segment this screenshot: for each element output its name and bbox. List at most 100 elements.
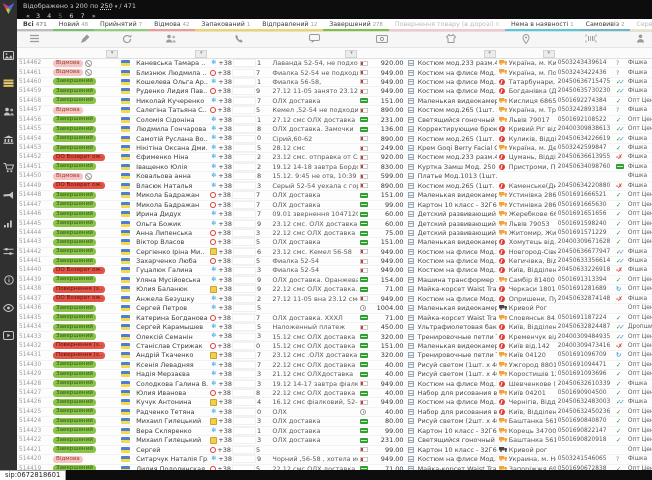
order-row[interactable]: 514444ЗавершенийАнна Липенська+38322.12 … [17,229,652,238]
tab-Самовивіз[interactable]: Самовивіз2 [580,19,631,31]
order-row[interactable]: 514436ЗавершенийСергей Петров✻+3851004.0… [17,304,652,313]
announce-icon[interactable] [1,190,16,201]
order-row[interactable]: 514456ЗавершенийСоломія Сідоніна✻+38127.… [17,115,652,124]
order-row[interactable]: 514440DO Возврат ож.Гуцалюк Галина✻+383Ф… [17,266,652,275]
chevron-down-icon[interactable]: ▾ [115,4,118,10]
filter-cell [614,48,626,59]
tune-icon[interactable] [1,246,16,257]
flag-cell [119,351,134,360]
gallery-icon[interactable] [1,50,16,61]
order-row[interactable]: 514458ЗавершенийНиколай Кучеренко✻+387ОЛ… [17,96,652,105]
tab-Запакований[interactable]: Запакований1 [195,19,256,31]
order-row[interactable]: 514461ВідмоваБлизнюк Людмила ..+387Фиалк… [17,68,652,77]
column-header-barcode-icon[interactable] [556,32,626,48]
order-row[interactable]: 514443ЗавершенийВіктор Власов+385ОЛХ дос… [17,238,652,247]
order-row[interactable]: 514442ЗавершенийСергіенко Іріна Ми..+386… [17,247,652,256]
order-row[interactable]: 514439ЗавершенийУляна Мусійовська✻+389ОЛ… [17,275,652,284]
column-header-money-icon[interactable] [358,32,405,48]
order-row[interactable]: 514435ЗавершенийКатерина Богданова+387ОЛ… [17,313,652,322]
column-filter-dropdown[interactable]: ▾ [106,50,118,58]
contacts-icon[interactable] [1,106,16,117]
order-row[interactable]: 514446ЗавершенийИрина Дидух✻+38709.01 зв… [17,210,652,219]
order-row[interactable]: 514455ЗавершенийЛюдмила Гончарова✻+388ОЛ… [17,125,652,134]
video-icon[interactable] [1,330,16,341]
order-row[interactable]: 514424ЗавершенийМихаил Гилецький+383ОЛХ … [17,417,652,426]
tab-Сервіси[interactable]: Сервіси0 [630,19,652,31]
order-row[interactable]: 514441ЗавершенийЗахарченко Люба+385Фиалк… [17,257,652,266]
status-badge: Завершений [53,390,96,397]
column-filter-dropdown[interactable]: ▾ [484,50,496,58]
orders-list-icon[interactable] [1,78,16,89]
tab-Повернення товару (в дорозі)[interactable]: Повернення товару (в дорозі)0 [389,19,505,31]
order-row[interactable]: 514452DO Возврат ож.Єфименко Ніна✻+38223… [17,153,652,162]
order-row[interactable]: 514423ЗавершенийВера Скляренко✻+381ОЛХ д… [17,426,652,435]
column-header-person-icon[interactable] [626,32,652,48]
status-badge: Відмова [53,60,83,67]
order-id-cell: 514426 [17,398,51,407]
order-row[interactable]: 514429ЗавершенийНадія Мерзаєва✻+38321.12… [17,370,652,379]
order-row[interactable]: 514438Повернення (з..Юлия Баланюк+38922.… [17,285,652,294]
order-row[interactable]: 514449DO Возврат ож.Власюк Наталья✻+383С… [17,181,652,190]
order-row[interactable]: 514425ЗавершенийРадченко Тетяна✻+380ОЛХ4… [17,407,652,416]
orders-table-wrap: ▾ ▾ ▾ ▾ ▾ 514462ВідмоваКаневська Тамара ..✻+… [17,32,652,480]
order-row[interactable]: 514448ЗавершенийМикола Бадражан+387ОЛХ д… [17,191,652,200]
stats-icon[interactable] [1,218,16,229]
column-filter-dropdown[interactable]: ▾ [345,50,357,58]
order-row[interactable]: 514460ЗавершенийКошелева Ольга Ар..✻+381… [17,77,652,86]
tab-Завершений[interactable]: Завершений278 [323,19,389,31]
tab-Прийнятий[interactable]: Прийнятий7 [94,19,148,31]
order-row[interactable]: 514426ЗавершенийКучук Антонина+38416.12 … [17,398,652,407]
order-row[interactable]: 514447ЗавершенийМикола Бадражан+387ОЛХ д… [17,200,652,209]
novaposhta-icon [499,381,505,387]
product-cell: Костюм мод.265 (1шт. х 890.00 .. [416,181,497,190]
column-header-product-icon[interactable] [406,32,497,48]
column-header-location-icon[interactable] [497,32,556,48]
order-row[interactable]: 514420ВідмоваСитарчук Наталія Гр..✻+389Ч… [17,455,652,464]
order-row[interactable]: 514462ВідмоваКаневська Тамара ..✻+381Лав… [17,59,652,68]
column-filter-dropdown[interactable]: ▾ [195,50,207,58]
column-filter-dropdown[interactable]: ▾ [543,50,555,58]
order-row[interactable]: 514457ВідмоваСалегіна Татьяна С..+385Кем… [17,106,652,115]
carrier-cell [497,445,507,454]
column-header-pencil-icon[interactable] [51,32,119,48]
product-cell: Крем Goqi Berry Facial Cream *3.. [416,143,497,152]
order-row[interactable]: 514437DO Возврат ож.Анжела Безушку✻+3822… [17,294,652,303]
order-row[interactable]: 514427ЗавершенийЮлия Иванова+38822.12 см… [17,389,652,398]
column-header-chat-icon[interactable] [270,32,358,48]
column-header-people-icon[interactable] [134,32,208,48]
tab-Відмова[interactable]: Відмова42 [148,19,195,31]
order-row[interactable]: 514459ЗавершенийРуденко Лидия Пав..+3892… [17,87,652,96]
order-row[interactable]: 514428ЗавершенийСолодкова Галина В..✻+38… [17,379,652,388]
package-icon [408,352,414,358]
order-row[interactable]: 514450ВідмоваКовальова анна✻+38815.12. 9… [17,172,652,181]
tab-Відправлений[interactable]: Відправлений12 [256,19,323,31]
order-row[interactable]: 514421ЗавершенийСергей+38599.00Картон 10… [17,445,652,454]
column-header-refresh-icon[interactable] [119,32,134,48]
tab-Всі[interactable]: Всі471 [17,19,53,31]
order-row[interactable]: 514422ЗавершенийМихаил Гилецький+383ОЛХ … [17,436,652,445]
ukraine-flag-icon [121,117,130,123]
order-row[interactable]: 514453ЗавершенийНікітіна Оксана Дми..✻+3… [17,143,652,152]
column-header-phone-icon[interactable] [208,32,270,48]
market-icon[interactable] [1,134,16,145]
vodafone-icon [210,202,216,208]
eye-icon[interactable] [1,302,16,313]
tab-Новий[interactable]: Новий48 [53,19,94,31]
column-header-list-icon[interactable] [17,32,51,48]
order-row[interactable]: 514432Повернення (з..Станіслав Стрижак+3… [17,341,652,350]
order-row[interactable]: 514433ЗавершенийОлексій Семанін✻+38315.1… [17,332,652,341]
tab-Нема в наявності[interactable]: Нема в наявності1 [505,19,580,31]
ukraine-flag-icon [121,239,130,245]
status-badge: Повернення (з.. [53,286,105,293]
kyivstar-icon: ✻ [210,295,217,303]
info-icon[interactable] [1,274,16,285]
order-row[interactable]: 514454ЗавершенийСамотій Руслана Во..✻+38… [17,134,652,143]
order-row[interactable]: 514445ЗавершенийОльга Божик✻+38923.12 см… [17,219,652,228]
order-row[interactable]: 514431Повернення (з..Андрій Ткаченко+387… [17,351,652,360]
page-size-dropdown[interactable]: 250 [100,2,112,10]
order-row[interactable]: 514434ЗавершенийСергей Карамышев✻+385Нал… [17,322,652,331]
order-row[interactable]: 514430ЗавершенийКсенія Левадняя✻+38722.1… [17,360,652,369]
cart-icon[interactable] [1,162,16,173]
order-row[interactable]: 514451ЗавершенийІващенко Юлія✻+38219.12 … [17,162,652,171]
status-cell: Завершений [51,229,119,238]
